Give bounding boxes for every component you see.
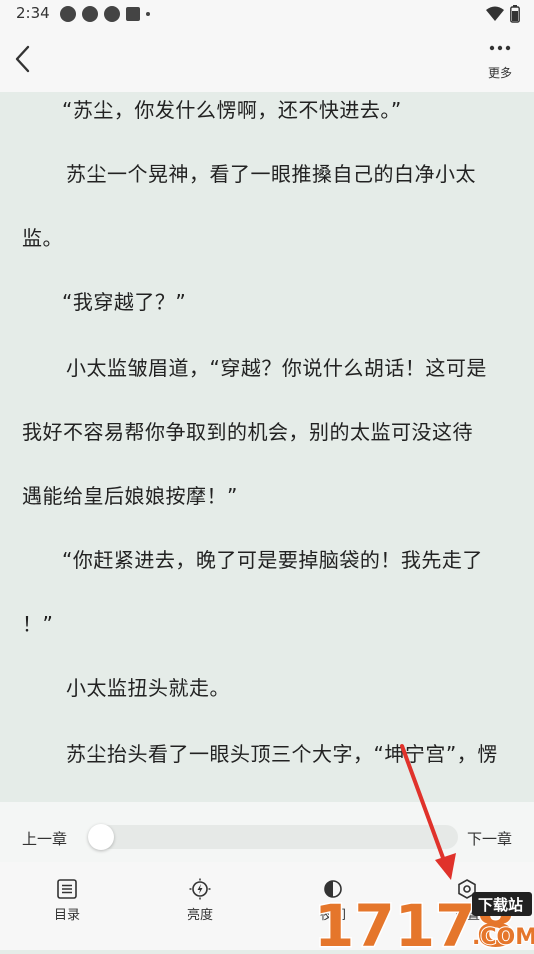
watermark-suffix: .COM bbox=[472, 925, 534, 950]
watermark-logo: 17178 下载站 .COM bbox=[312, 878, 534, 954]
watermark-cn: 下载站 bbox=[478, 896, 523, 914]
annotation-arrow bbox=[400, 744, 456, 880]
watermark-graphic: 17178 下载站 .COM bbox=[313, 891, 534, 954]
